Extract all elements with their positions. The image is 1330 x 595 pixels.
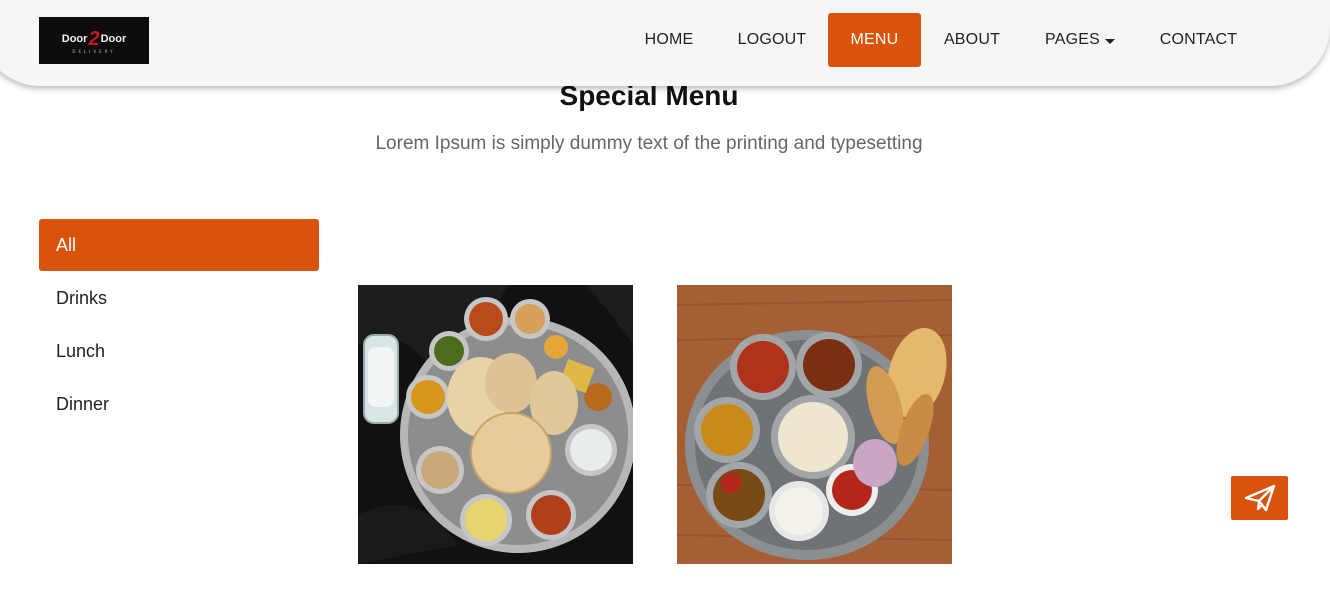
logo-wordmark: Door2Door xyxy=(61,27,127,50)
nav-logout[interactable]: LOGOUT xyxy=(724,13,820,67)
section-subtitle: Lorem Ipsum is simply dummy text of the … xyxy=(375,133,923,154)
thali-dark-image xyxy=(358,285,633,564)
filter-lunch[interactable]: Lunch xyxy=(39,325,319,377)
thali-wood-image xyxy=(677,285,952,564)
logo-tagline: DELIVERY xyxy=(72,48,116,54)
nav-about[interactable]: ABOUT xyxy=(931,13,1013,67)
filter-all[interactable]: All xyxy=(39,219,319,271)
nav-home[interactable]: HOME xyxy=(630,13,708,67)
menu-item-card[interactable] xyxy=(358,285,633,564)
filter-drinks[interactable]: Drinks xyxy=(39,272,319,324)
send-message-button[interactable] xyxy=(1231,476,1288,520)
caret-down-icon xyxy=(1104,38,1115,44)
nav-pages-dropdown[interactable]: PAGES xyxy=(1032,13,1128,67)
menu-item-card[interactable] xyxy=(677,285,952,564)
nav-menu[interactable]: MENU xyxy=(828,13,921,67)
filter-dinner[interactable]: Dinner xyxy=(39,378,319,430)
brand-logo[interactable]: Door2Door DELIVERY xyxy=(39,17,149,64)
paper-plane-icon xyxy=(1244,484,1275,512)
menu-filter-list: All Drinks Lunch Dinner xyxy=(39,219,319,431)
nav-contact[interactable]: CONTACT xyxy=(1146,13,1251,67)
